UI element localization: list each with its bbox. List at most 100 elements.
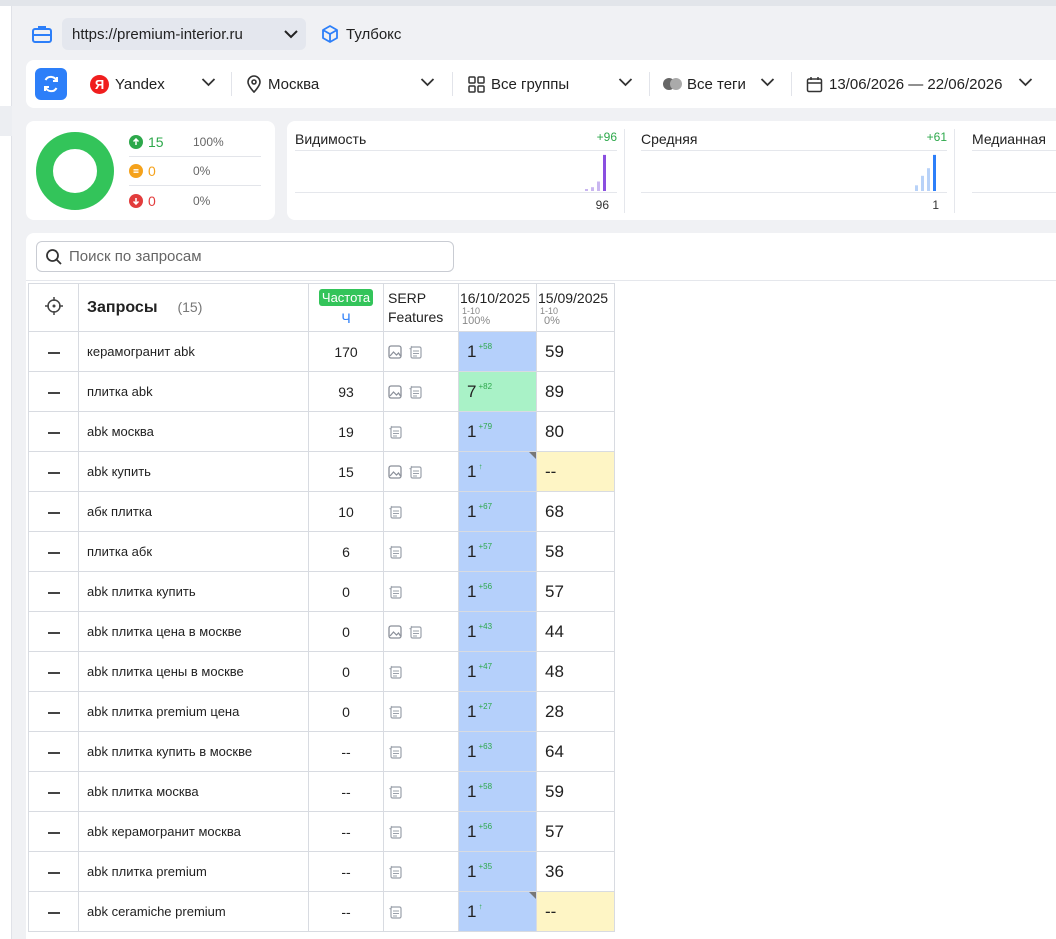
table-row[interactable]: abk москва 19 1 +79 80 xyxy=(28,411,615,452)
position-cell-previous[interactable]: 28 xyxy=(536,691,615,732)
table-row[interactable]: керамогранит abk 170 1 +58 59 xyxy=(28,331,615,372)
row-menu-button[interactable] xyxy=(28,451,79,492)
position-cell-current[interactable]: 1 +56 xyxy=(458,571,537,612)
row-menu-button[interactable] xyxy=(28,491,79,532)
position-cell-current[interactable]: 1 +57 xyxy=(458,531,537,572)
row-menu-button[interactable] xyxy=(28,811,79,852)
query-cell[interactable]: керамогранит abk xyxy=(78,331,309,372)
position-cell-current[interactable]: 1 +58 xyxy=(458,771,537,812)
position-cell-current[interactable]: 1 +47 xyxy=(458,651,537,692)
serp-features-cell[interactable] xyxy=(383,731,459,772)
position-cell-current[interactable]: 1 ↑ xyxy=(458,451,537,492)
table-row[interactable]: abk плитка premium цена 0 1 +27 28 xyxy=(28,691,615,732)
query-cell[interactable]: abk плитка premium цена xyxy=(78,691,309,732)
table-row[interactable]: abk керамогранит москва -- 1 +56 57 xyxy=(28,811,615,852)
row-menu-button[interactable] xyxy=(28,851,79,892)
frequency-header[interactable]: Частота Ч xyxy=(308,283,384,332)
row-menu-button[interactable] xyxy=(28,531,79,572)
serp-features-cell[interactable] xyxy=(383,451,459,492)
query-cell[interactable]: abk плитка цены в москве xyxy=(78,651,309,692)
serp-features-cell[interactable] xyxy=(383,531,459,572)
position-cell-current[interactable]: 1 +56 xyxy=(458,811,537,852)
region-select[interactable]: Москва xyxy=(246,60,435,108)
position-cell-previous[interactable]: 80 xyxy=(536,411,615,452)
serp-features-cell[interactable] xyxy=(383,811,459,852)
table-row[interactable]: abk плитка premium -- 1 +35 36 xyxy=(28,851,615,892)
row-menu-button[interactable] xyxy=(28,371,79,412)
groups-select[interactable]: Все группы xyxy=(468,60,633,108)
serp-features-cell[interactable] xyxy=(383,331,459,372)
table-row[interactable]: abk плитка цены в москве 0 1 +47 48 xyxy=(28,651,615,692)
position-cell-previous[interactable]: 57 xyxy=(536,811,615,852)
serp-features-cell[interactable] xyxy=(383,651,459,692)
table-row[interactable]: плитка abk 93 7 +82 89 xyxy=(28,371,615,412)
table-row[interactable]: abk плитка москва -- 1 +58 59 xyxy=(28,771,615,812)
serp-features-cell[interactable] xyxy=(383,411,459,452)
row-menu-button[interactable] xyxy=(28,571,79,612)
position-cell-previous[interactable]: 68 xyxy=(536,491,615,532)
query-cell[interactable]: abk ceramiche premium xyxy=(78,891,309,932)
table-row[interactable]: abk плитка купить 0 1 +56 57 xyxy=(28,571,615,612)
query-cell[interactable]: абк плитка xyxy=(78,491,309,532)
project-url-select[interactable]: https://premium-interior.ru xyxy=(62,18,306,50)
query-cell[interactable]: abk плитка premium xyxy=(78,851,309,892)
metric-average[interactable]: Средняя +61 1 xyxy=(633,121,955,220)
serp-features-cell[interactable] xyxy=(383,611,459,652)
query-cell[interactable]: abk плитка цена в москве xyxy=(78,611,309,652)
serp-features-cell[interactable] xyxy=(383,851,459,892)
position-cell-previous[interactable]: 58 xyxy=(536,531,615,572)
position-cell-previous[interactable]: -- xyxy=(536,451,615,492)
row-menu-button[interactable] xyxy=(28,771,79,812)
position-cell-previous[interactable]: 48 xyxy=(536,651,615,692)
serp-features-cell[interactable] xyxy=(383,371,459,412)
row-menu-button[interactable] xyxy=(28,731,79,772)
position-cell-current[interactable]: 1 +43 xyxy=(458,611,537,652)
position-cell-previous[interactable]: 89 xyxy=(536,371,615,412)
metric-visibility[interactable]: Видимость +96 96 xyxy=(287,121,625,220)
position-cell-previous[interactable]: -- xyxy=(536,891,615,932)
position-cell-previous[interactable]: 59 xyxy=(536,771,615,812)
briefcase-icon[interactable] xyxy=(26,18,58,50)
row-menu-button[interactable] xyxy=(28,651,79,692)
position-cell-current[interactable]: 1 ↑ xyxy=(458,891,537,932)
position-cell-current[interactable]: 1 +79 xyxy=(458,411,537,452)
row-menu-button[interactable] xyxy=(28,331,79,372)
query-cell[interactable]: abk плитка москва xyxy=(78,771,309,812)
query-cell[interactable]: abk москва xyxy=(78,411,309,452)
position-cell-previous[interactable]: 36 xyxy=(536,851,615,892)
query-search-input[interactable]: Поиск по запросам xyxy=(36,241,454,272)
serp-features-cell[interactable] xyxy=(383,891,459,932)
select-all-header[interactable] xyxy=(28,283,79,332)
table-row[interactable]: плитка абк 6 1 +57 58 xyxy=(28,531,615,572)
position-cell-previous[interactable]: 64 xyxy=(536,731,615,772)
table-row[interactable]: abk плитка купить в москве -- 1 +63 64 xyxy=(28,731,615,772)
position-cell-current[interactable]: 1 +27 xyxy=(458,691,537,732)
position-cell-previous[interactable]: 57 xyxy=(536,571,615,612)
position-cell-current[interactable]: 1 +58 xyxy=(458,331,537,372)
position-cell-previous[interactable]: 44 xyxy=(536,611,615,652)
row-menu-button[interactable] xyxy=(28,891,79,932)
metric-median[interactable]: Медианная xyxy=(964,121,1056,220)
serp-features-cell[interactable] xyxy=(383,491,459,532)
table-row[interactable]: абк плитка 10 1 +67 68 xyxy=(28,491,615,532)
query-cell[interactable]: плитка abk xyxy=(78,371,309,412)
queries-header[interactable]: Запросы (15) xyxy=(78,283,309,332)
serp-features-cell[interactable] xyxy=(383,571,459,612)
query-cell[interactable]: abk плитка купить xyxy=(78,571,309,612)
query-cell[interactable]: плитка абк xyxy=(78,531,309,572)
row-menu-button[interactable] xyxy=(28,691,79,732)
table-row[interactable]: abk купить 15 1 ↑ -- xyxy=(28,451,615,492)
query-cell[interactable]: abk купить xyxy=(78,451,309,492)
table-row[interactable]: abk плитка цена в москве 0 1 +43 44 xyxy=(28,611,615,652)
date-range-select[interactable]: 13/06/2026 — 22/06/2026 xyxy=(806,60,1033,108)
position-cell-previous[interactable]: 59 xyxy=(536,331,615,372)
row-menu-button[interactable] xyxy=(28,411,79,452)
position-cell-current[interactable]: 1 +63 xyxy=(458,731,537,772)
refresh-button[interactable] xyxy=(35,68,67,100)
position-cell-current[interactable]: 1 +67 xyxy=(458,491,537,532)
position-cell-current[interactable]: 1 +35 xyxy=(458,851,537,892)
serp-features-cell[interactable] xyxy=(383,691,459,732)
row-menu-button[interactable] xyxy=(28,611,79,652)
date-column-header-2[interactable]: 15/09/2025 1-10 0% xyxy=(536,283,615,332)
date-column-header-1[interactable]: 16/10/2025 1-10 100% xyxy=(458,283,537,332)
